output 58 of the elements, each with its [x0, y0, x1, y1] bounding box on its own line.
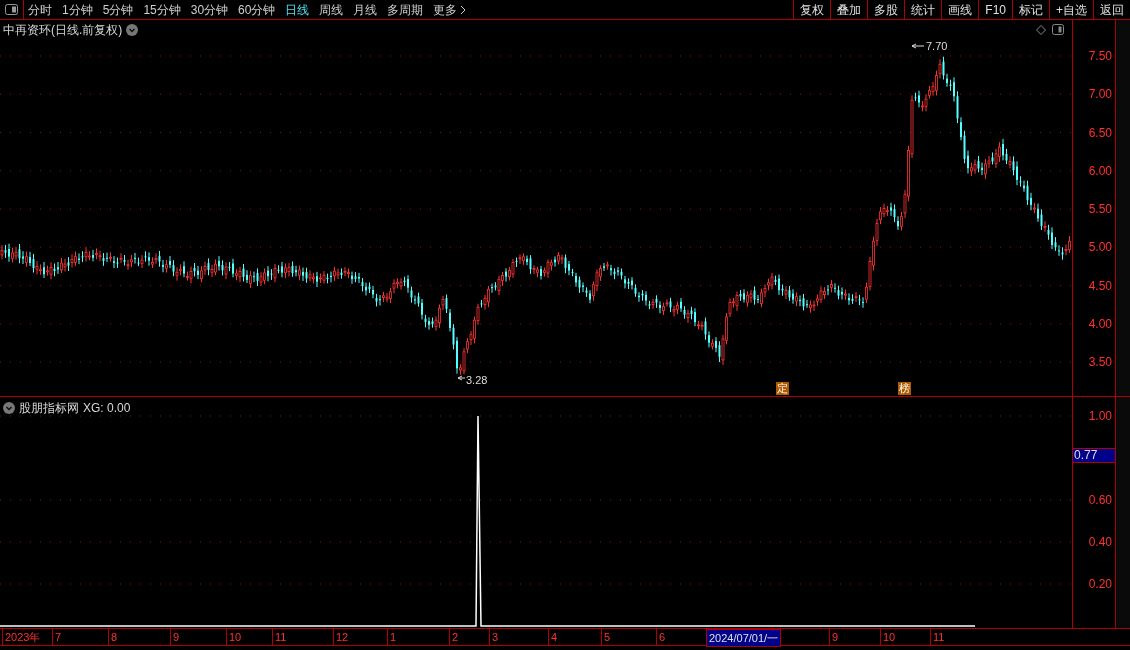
- event-badge[interactable]: 定: [776, 382, 789, 395]
- toolbar-button[interactable]: 返回: [1093, 0, 1130, 19]
- toolbar-button[interactable]: F10: [978, 0, 1012, 19]
- axis-label: 7.00: [1088, 88, 1112, 101]
- period-tab[interactable]: 月线: [353, 0, 378, 19]
- axis-label: 5.00: [1088, 241, 1112, 254]
- time-axis-label: 9: [170, 629, 180, 645]
- toolbar-button[interactable]: +自选: [1049, 0, 1093, 19]
- axis-label: 0.40: [1088, 536, 1112, 548]
- time-axis-label: 2023年: [2, 629, 41, 645]
- axis-label: 4.00: [1088, 317, 1112, 330]
- indicator-reading: XG: 0.00: [83, 400, 131, 417]
- toolbar-button[interactable]: 多股: [867, 0, 905, 19]
- axis-label: 5.50: [1088, 203, 1112, 215]
- period-tab[interactable]: 30分钟: [190, 0, 229, 19]
- period-tab[interactable]: 更多: [433, 0, 467, 19]
- period-tab[interactable]: 分时: [28, 0, 52, 19]
- toolbar-button[interactable]: 叠加: [830, 0, 868, 19]
- time-axis-label: 10: [226, 629, 242, 645]
- time-axis-label: 2024/07/01/一: [706, 629, 782, 647]
- axis-label: 6.00: [1088, 164, 1112, 177]
- axis-label: 1.00: [1088, 410, 1112, 422]
- axis-label: 0.20: [1088, 578, 1112, 590]
- time-axis-label: 11: [930, 629, 945, 645]
- indicator-title: 股朋指标网: [19, 400, 79, 417]
- time-axis-label: 7: [52, 629, 62, 645]
- toolbar-button[interactable]: 复权: [793, 0, 831, 19]
- period-tab[interactable]: 60分钟: [238, 0, 276, 19]
- low-price-label: 3.28: [466, 373, 488, 388]
- period-tab[interactable]: 日线: [285, 0, 310, 19]
- period-tab[interactable]: 周线: [319, 0, 344, 19]
- cursor-value-label: 0.77: [1073, 448, 1115, 463]
- time-axis-label: 3: [489, 629, 499, 645]
- time-axis-label: 5: [601, 629, 611, 645]
- event-badge[interactable]: 榜: [898, 382, 911, 395]
- toolbar-button[interactable]: 标记: [1012, 0, 1049, 19]
- period-tab[interactable]: 多周期: [387, 0, 424, 19]
- time-axis-label: 6: [656, 629, 666, 645]
- axis-label: 0.60: [1088, 494, 1112, 506]
- time-axis-label: 1: [387, 629, 397, 645]
- time-axis-label: 12: [333, 629, 349, 645]
- time-axis-label: 9: [829, 629, 839, 645]
- toolbar-button[interactable]: 画线: [941, 0, 979, 19]
- period-tab[interactable]: 5分钟: [102, 0, 134, 19]
- time-axis-label: 8: [108, 629, 118, 645]
- time-axis-label: 10: [880, 629, 896, 645]
- axis-label: 3.50: [1088, 356, 1112, 368]
- period-tab[interactable]: 15分钟: [143, 0, 181, 19]
- axis-label: 4.50: [1088, 279, 1112, 292]
- high-price-label: 7.70: [926, 39, 948, 54]
- time-axis-label: 11: [272, 629, 287, 645]
- toolbar-button[interactable]: 统计: [904, 0, 942, 19]
- axis-label: 6.50: [1088, 126, 1112, 139]
- period-tab[interactable]: 1分钟: [62, 0, 93, 19]
- axis-label: 7.50: [1088, 50, 1112, 62]
- chart-title: 中再资环(日线.前复权): [3, 22, 123, 39]
- time-axis-label: 2: [449, 629, 459, 645]
- time-axis-label: 4: [548, 629, 558, 645]
